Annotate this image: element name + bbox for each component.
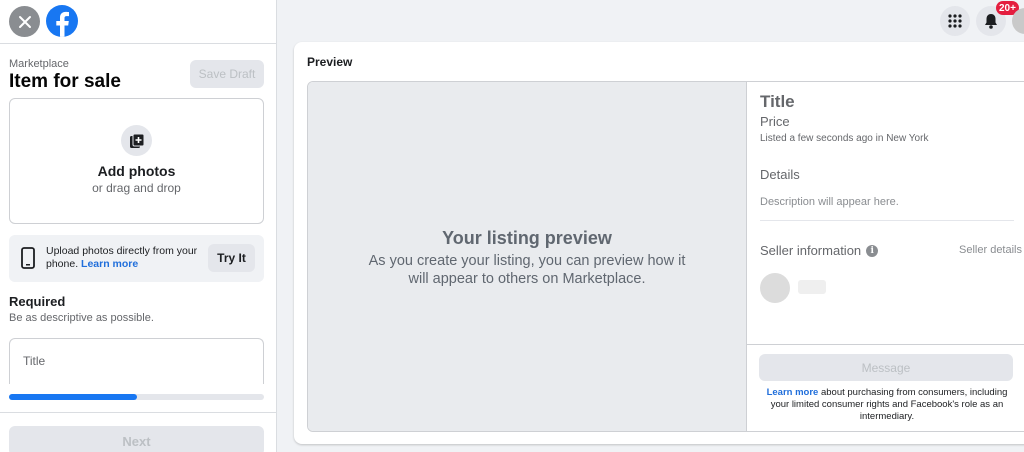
progress-fill <box>9 394 137 400</box>
listing-form-panel: Marketplace Item for sale Save Draft Add… <box>0 0 277 452</box>
message-section: Message Learn more about purchasing from… <box>747 344 1024 431</box>
left-topbar <box>0 0 277 44</box>
description-placeholder: Description will appear here. <box>760 196 899 208</box>
breadcrumb[interactable]: Marketplace <box>9 58 69 70</box>
seller-name-placeholder <box>798 280 826 294</box>
add-photos-label: Add photos <box>97 163 176 179</box>
phone-upload-banner: Upload photos directly from your phone. … <box>9 235 264 282</box>
title-input[interactable]: Title <box>9 338 264 384</box>
add-photo-icon <box>121 125 152 156</box>
next-button[interactable]: Next <box>9 426 264 452</box>
preview-area: Your listing preview As you create your … <box>307 81 1024 432</box>
phone-icon <box>21 247 35 269</box>
required-hint: Be as descriptive as possible. <box>9 312 154 324</box>
save-draft-button[interactable]: Save Draft <box>190 60 264 88</box>
preview-subtext: As you create your listing, you can prev… <box>368 252 686 287</box>
try-it-button[interactable]: Try It <box>208 244 255 272</box>
close-button[interactable] <box>9 6 40 37</box>
progress-bar <box>9 394 264 400</box>
divider <box>760 220 1014 221</box>
details-heading: Details <box>760 167 800 182</box>
upload-text: Upload photos directly from your phone. … <box>46 245 206 271</box>
drag-drop-label: or drag and drop <box>92 181 181 195</box>
preview-image-area: Your listing preview As you create your … <box>308 82 746 431</box>
bell-icon <box>985 14 997 29</box>
facebook-logo-icon[interactable] <box>46 5 78 37</box>
menu-button[interactable] <box>940 6 970 36</box>
seller-info-heading: Seller information i <box>760 243 879 258</box>
page-title: Item for sale <box>9 71 121 92</box>
learn-more-link[interactable]: Learn more <box>81 258 138 270</box>
preview-label: Preview <box>307 55 353 69</box>
required-heading: Required <box>9 294 66 309</box>
preview-price: Price <box>760 114 790 129</box>
preview-title: Title <box>760 92 795 111</box>
grid-menu-icon <box>948 14 962 28</box>
legal-notice: Learn more about purchasing from consume… <box>759 387 1015 423</box>
divider <box>0 412 276 413</box>
preview-info-panel: Title Price Listed a few seconds ago in … <box>746 82 1024 431</box>
close-icon <box>18 15 31 28</box>
preview-listed-time: Listed a few seconds ago in New York <box>760 133 929 144</box>
add-photos-dropzone[interactable]: Add photos or drag and drop <box>9 98 264 224</box>
message-button: Message <box>759 354 1013 381</box>
seller-details-link: Seller details <box>959 244 1022 256</box>
preview-card: Preview Your listing preview As you crea… <box>294 42 1024 444</box>
seller-avatar <box>760 273 790 303</box>
preview-heading: Your listing preview <box>442 227 612 248</box>
info-icon: i <box>866 244 879 257</box>
legal-learn-more-link[interactable]: Learn more <box>767 387 819 398</box>
seller-info-label: Seller information <box>760 243 862 258</box>
